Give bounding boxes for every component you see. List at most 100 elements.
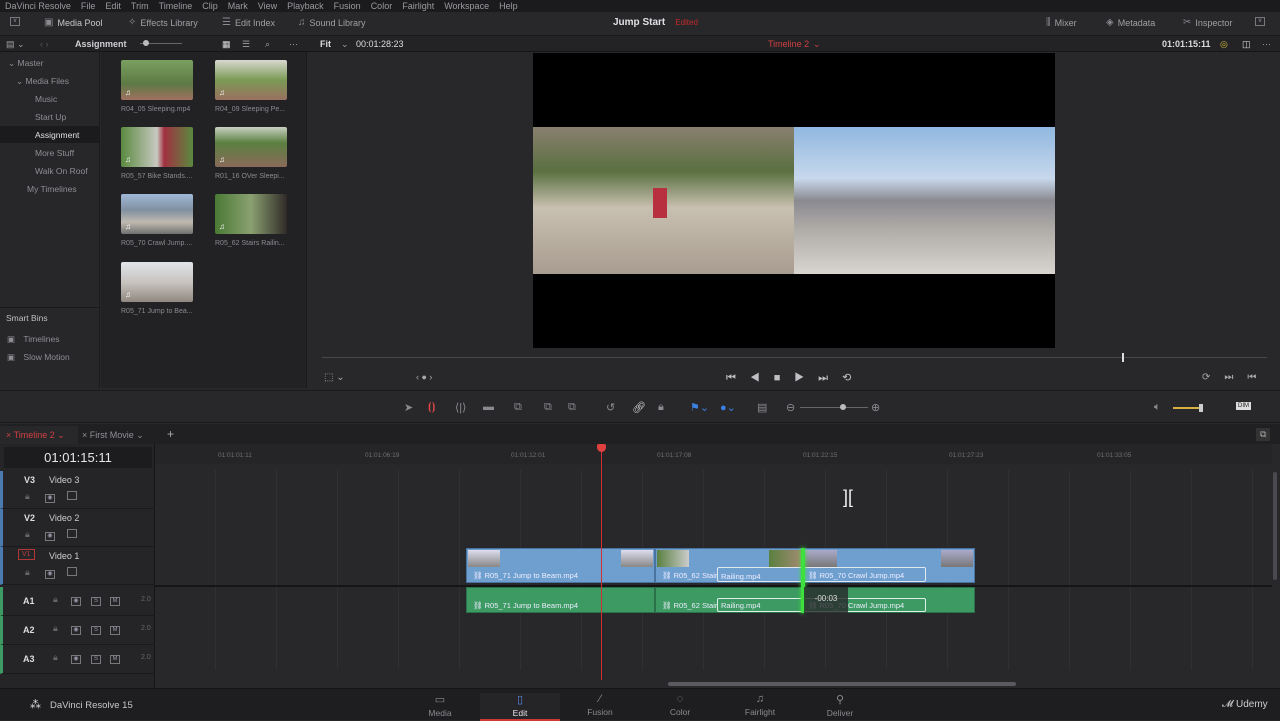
media-clip[interactable]: ♫ R05_57 Bike Stands.... <box>121 127 193 180</box>
volume-icon[interactable]: 🔈︎ <box>1154 401 1161 414</box>
workspace-toggle[interactable]: v <box>10 17 20 26</box>
menu-playback[interactable]: Playback <box>287 1 324 11</box>
solo-button[interactable]: S <box>91 594 101 606</box>
page-deliver[interactable]: ⚲ Deliver <box>800 693 880 718</box>
mixer-button[interactable]: ⫼ Mixer <box>1046 17 1077 28</box>
menu-view[interactable]: View <box>258 1 277 11</box>
selection-tool-icon[interactable]: ➤ <box>404 401 413 414</box>
marker-icon[interactable]: ●⌄ <box>720 401 736 414</box>
slider-handle[interactable] <box>143 40 149 46</box>
list-view-icon[interactable]: ☰ <box>242 39 250 50</box>
media-clip[interactable]: ♫ R05_62 Stairs Railin... <box>215 194 287 247</box>
more-options-icon[interactable]: ··· <box>1262 39 1271 49</box>
insert-clip-icon[interactable]: ⧉ <box>514 401 522 414</box>
lock-icon[interactable]: 🔒︎ <box>53 594 58 605</box>
bin-my-timelines[interactable]: My Timelines <box>27 184 77 194</box>
timeline-video-clip[interactable]: ⛓ R05_71 Jump to Beam.mp4 <box>466 548 655 583</box>
flag-icon[interactable]: ⚑⌄ <box>690 401 709 414</box>
bin-music[interactable]: Music <box>35 94 57 104</box>
track-name[interactable]: Video 1 <box>49 551 79 561</box>
timeline-view-options-icon[interactable]: ▤ <box>757 401 767 414</box>
dynamic-trim-icon[interactable]: ⟨|⟩ <box>455 401 466 414</box>
track-name[interactable]: Video 2 <box>49 513 79 523</box>
viewer-right-controls[interactable]: ⟳⏭⏮ <box>1202 372 1270 383</box>
bin-walk-on-roof[interactable]: Walk On Roof <box>35 166 88 176</box>
media-clip[interactable]: ♫ R04_09 Sleeping Pe... <box>215 60 287 113</box>
transport-controls[interactable]: ⏮◀■▶⏭⟲ <box>726 371 865 385</box>
page-media[interactable]: ▭ Media <box>400 693 480 718</box>
lock-icon[interactable]: 🔒︎ <box>53 652 58 663</box>
dim-button[interactable]: DIM <box>1236 402 1251 410</box>
lock-icon[interactable]: 🔒︎ <box>53 623 58 634</box>
zoom-out-icon[interactable]: ⊖ <box>786 401 795 414</box>
page-fusion[interactable]: ⁄ Fusion <box>560 693 640 717</box>
grid-view-icon[interactable]: ▦ <box>222 39 231 50</box>
timeline-selector[interactable]: Timeline 2 <box>768 39 809 49</box>
viewer-zoom-select[interactable]: Fit <box>320 39 331 49</box>
add-timeline-tab-icon[interactable]: + <box>167 427 174 441</box>
menu-trim[interactable]: Trim <box>131 1 149 11</box>
inspector-button[interactable]: ✂ Inspector <box>1183 17 1232 28</box>
menu-timeline[interactable]: Timeline <box>159 1 193 11</box>
page-color[interactable]: ◌ Color <box>640 693 720 717</box>
panel-layout-icon[interactable]: ▤ ⌄ <box>6 39 25 50</box>
expand-button[interactable]: v <box>1255 17 1265 26</box>
effects-library-button[interactable]: ✧ Effects Library <box>128 17 198 28</box>
lock-icon[interactable]: 🔒︎ <box>25 529 30 540</box>
snapping-icon[interactable]: ↺ <box>606 401 615 414</box>
blade-tool-icon[interactable]: ▬ <box>483 401 494 413</box>
timeline-horizontal-scrollbar[interactable] <box>668 682 1016 686</box>
solo-button[interactable]: S <box>91 623 101 635</box>
menu-color[interactable]: Color <box>371 1 393 11</box>
page-edit[interactable]: ▯ Edit <box>480 693 560 721</box>
dual-viewer-icon[interactable]: ◫ <box>1242 39 1251 50</box>
overlay-icon[interactable]: ◎ <box>1220 39 1228 50</box>
zoom-slider-handle[interactable] <box>840 404 846 410</box>
nav-arrows-icon[interactable]: ‹ › <box>40 39 49 49</box>
metadata-button[interactable]: ◈ Metadata <box>1106 17 1155 28</box>
track-visibility-icon[interactable] <box>67 567 77 578</box>
lock-icon[interactable]: 🔒︎ <box>25 491 30 502</box>
overwrite-clip-icon[interactable]: ⧉ <box>544 401 552 414</box>
menu-fusion[interactable]: Fusion <box>334 1 361 11</box>
lock-icon[interactable]: 🔒︎ <box>658 401 664 414</box>
menu-file[interactable]: File <box>81 1 96 11</box>
bin-master[interactable]: ⌄ Master <box>8 58 43 69</box>
auto-select-icon[interactable]: ◉ <box>45 491 55 503</box>
media-clip[interactable]: ♫ R01_16 OVer Sleepi... <box>215 127 287 180</box>
timeline-zoom-slider[interactable] <box>800 407 868 408</box>
track-name[interactable]: Video 3 <box>49 475 79 485</box>
zoom-in-icon[interactable]: ⊕ <box>871 401 880 414</box>
mute-button[interactable]: M <box>110 594 120 606</box>
track-visibility-icon[interactable] <box>67 529 77 540</box>
viewer-scrubber[interactable] <box>322 357 1267 358</box>
mute-button[interactable]: M <box>110 623 120 635</box>
menu-app[interactable]: DaVinci Resolve <box>5 1 71 11</box>
edit-index-button[interactable]: ☰ Edit Index <box>222 17 275 28</box>
more-options-icon[interactable]: ··· <box>289 39 298 49</box>
bin-assignment[interactable]: Assignment <box>35 130 79 140</box>
trim-tool-icon[interactable]: ⦗⦘ <box>428 401 435 414</box>
timeline-expand-icon[interactable]: ⧉ <box>1256 428 1271 441</box>
auto-select-icon[interactable]: ◉ <box>45 529 55 541</box>
media-clip[interactable]: ♫ R05_71 Jump to Bea... <box>121 262 193 315</box>
menu-mark[interactable]: Mark <box>228 1 248 11</box>
jog-control-icon[interactable]: ‹ ● › <box>416 372 432 382</box>
media-pool-button[interactable]: ▣ Media Pool <box>44 17 102 28</box>
bin-media-files[interactable]: ⌄ Media Files <box>16 76 69 87</box>
scrubber-playhead[interactable] <box>1122 353 1124 362</box>
track-destination-v1[interactable]: V1 <box>18 549 35 560</box>
bin-more-stuff[interactable]: More Stuff <box>35 148 74 158</box>
solo-button[interactable]: S <box>91 652 101 664</box>
lock-icon[interactable]: 🔒︎ <box>25 567 30 578</box>
menu-fairlight[interactable]: Fairlight <box>402 1 434 11</box>
auto-select-icon[interactable]: ◉ <box>71 623 81 635</box>
search-icon[interactable]: ⌕ <box>265 39 270 50</box>
linked-selection-icon[interactable]: 🔗︎ <box>632 401 646 414</box>
tab-first-movie[interactable]: × First Movie ⌄ <box>82 430 144 441</box>
safe-area-icon[interactable]: ⬚ ⌄ <box>324 372 345 383</box>
menu-edit[interactable]: Edit <box>105 1 121 11</box>
playhead-line[interactable] <box>601 450 602 680</box>
auto-select-icon[interactable]: ◉ <box>45 567 55 579</box>
media-clip[interactable]: ♫ R04_05 Sleeping.mp4 <box>121 60 193 113</box>
